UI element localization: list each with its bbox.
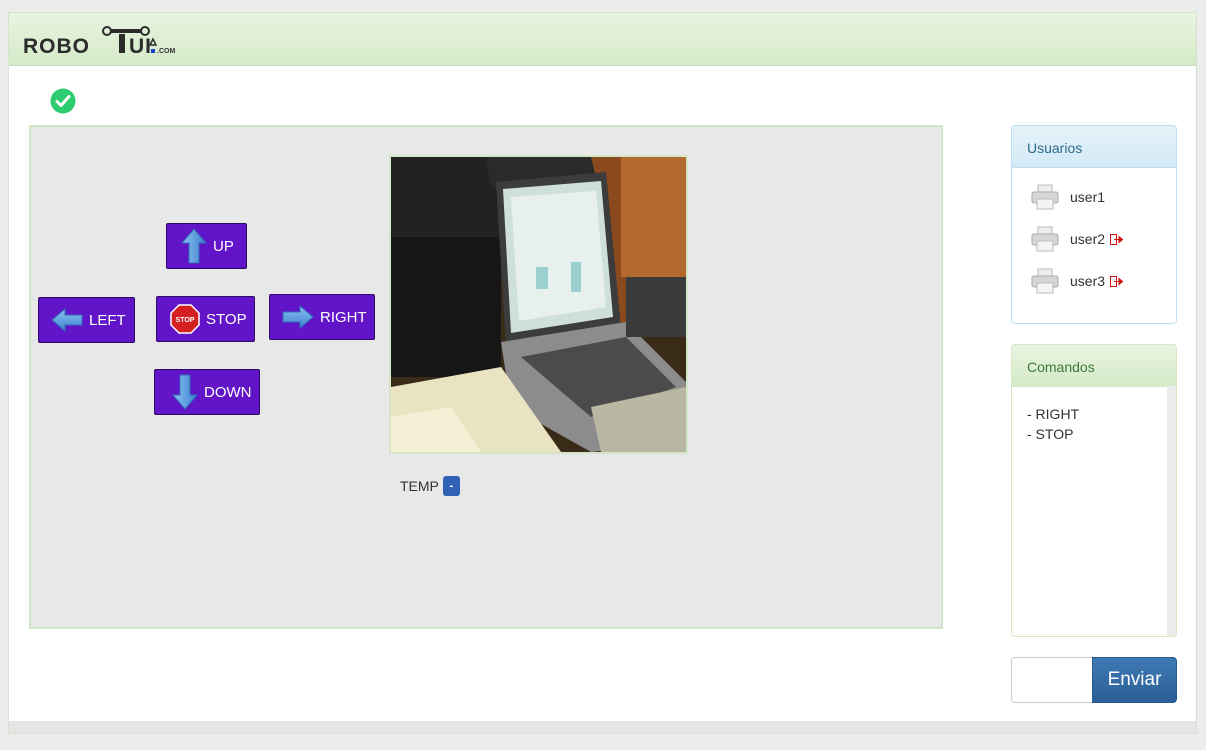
command-entry: - RIGHT bbox=[1027, 406, 1080, 422]
left-label: LEFT bbox=[89, 311, 126, 329]
bottom-bar bbox=[9, 721, 1196, 733]
user-item[interactable]: user1 bbox=[1030, 184, 1105, 210]
right-button[interactable]: RIGHT bbox=[269, 294, 375, 340]
command-input[interactable] bbox=[1011, 657, 1093, 703]
printer-icon bbox=[1031, 184, 1059, 210]
user-name: user1 bbox=[1070, 189, 1106, 205]
down-label: DOWN bbox=[204, 383, 252, 401]
temp-readout: TEMP - bbox=[400, 476, 460, 496]
stop-button[interactable]: STOP STOP bbox=[156, 296, 255, 342]
up-button[interactable]: UP bbox=[166, 223, 247, 269]
logout-icon[interactable] bbox=[1110, 233, 1124, 245]
stop-label: STOP bbox=[206, 310, 247, 328]
users-panel-title: Usuarios bbox=[1012, 126, 1176, 168]
arrow-right-icon bbox=[282, 305, 314, 329]
arrow-left-icon bbox=[51, 308, 83, 332]
check-circle-icon bbox=[50, 88, 76, 114]
camera-feed bbox=[389, 155, 688, 454]
temp-label: TEMP bbox=[400, 478, 439, 494]
down-button[interactable]: DOWN bbox=[154, 369, 260, 415]
commands-panel: Comandos - RIGHT - STOP bbox=[1011, 344, 1177, 637]
send-button[interactable]: Enviar bbox=[1092, 657, 1177, 703]
svg-text:UI: UI bbox=[129, 35, 152, 58]
stop-sign-text: STOP bbox=[176, 317, 195, 324]
command-entry: - STOP bbox=[1027, 426, 1074, 442]
commands-panel-title: Comandos bbox=[1012, 345, 1176, 387]
temp-value-badge: - bbox=[442, 476, 460, 496]
logo-graphic: ROBO UI .COM bbox=[23, 26, 175, 58]
printer-icon bbox=[1031, 226, 1059, 252]
command-list: - RIGHT - STOP bbox=[1012, 387, 1176, 444]
commands-scrollbar[interactable] bbox=[1167, 386, 1176, 636]
user-item[interactable]: user2 bbox=[1030, 226, 1124, 252]
logo[interactable]: ROBO UI .COM bbox=[23, 25, 193, 59]
logo-suffix: .COM bbox=[157, 48, 175, 55]
left-button[interactable]: LEFT bbox=[38, 297, 135, 343]
arrow-up-icon bbox=[181, 228, 207, 264]
arrow-down-icon bbox=[172, 374, 198, 410]
user-name: user3 bbox=[1070, 273, 1106, 289]
printer-icon bbox=[1031, 268, 1059, 294]
stop-sign-icon: STOP bbox=[170, 304, 200, 334]
up-label: UP bbox=[213, 237, 234, 255]
svg-text:ROBO: ROBO bbox=[23, 35, 90, 58]
user-name: user2 bbox=[1070, 231, 1106, 247]
users-panel: Usuarios user1 user2 user3 bbox=[1011, 125, 1177, 324]
user-item[interactable]: user3 bbox=[1030, 268, 1124, 294]
camera-image bbox=[391, 157, 686, 452]
logout-icon[interactable] bbox=[1110, 275, 1124, 287]
top-bar: ROBO UI .COM bbox=[9, 13, 1196, 66]
right-label: RIGHT bbox=[320, 308, 367, 326]
